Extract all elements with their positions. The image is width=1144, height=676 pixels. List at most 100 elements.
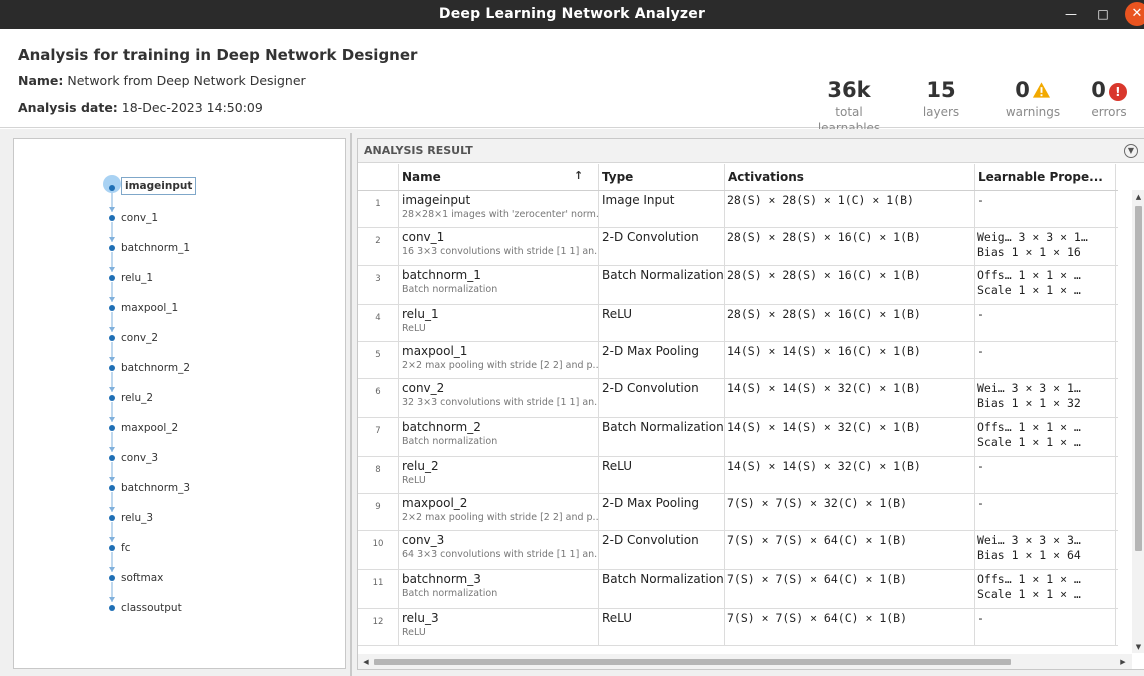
node-dot — [109, 575, 115, 581]
learnables-cell: - — [975, 457, 1116, 493]
table-row[interactable]: 5 maxpool_1 2×2 max pooling with stride [2… — [358, 342, 1118, 379]
analyzer-body: imageinput conv_1 batchnorm_1 relu_1 maxpool… — [0, 129, 1144, 676]
learnables-cell: Offs… 1 × 1 × … Scale 1 × 1 × … — [975, 570, 1116, 608]
learnable-line-1: Offs… 1 × 1 × … — [977, 420, 1081, 434]
layer-name: batchnorm_3 — [402, 572, 481, 586]
table-row[interactable]: 9 maxpool_2 2×2 max pooling with stride [2… — [358, 494, 1118, 531]
learnables-cell: Wei… 3 × 3 × 1… Bias 1 × 1 × 32 — [975, 379, 1116, 417]
analysis-summary: Analysis for training in Deep Network De… — [0, 29, 1144, 135]
table-row[interactable]: 4 relu_1 ReLU ReLU 28(S) × 28(S) × 16(C) × 1… — [358, 305, 1118, 342]
name-cell: conv_3 64 3×3 convolutions with stride [1… — [399, 531, 599, 569]
node-dot — [109, 425, 115, 431]
layer-activations: 28(S) × 28(S) × 16(C) × 1(B) — [725, 266, 975, 304]
row-index: 5 — [358, 342, 399, 378]
graph-node-label: conv_2 — [121, 332, 158, 344]
learnables-cell: Weig… 3 × 3 × 1… Bias 1 × 1 × 16 — [975, 228, 1116, 265]
layer-activations: 14(S) × 14(S) × 32(C) × 1(B) — [725, 379, 975, 417]
table-row[interactable]: 6 conv_2 32 3×3 convolutions with stride [… — [358, 379, 1118, 418]
horizontal-scrollbar[interactable]: ◀ ▶ — [358, 654, 1132, 669]
graph-edge-arrow-icon — [109, 447, 115, 452]
table-row[interactable]: 12 relu_3 ReLU ReLU 7(S) × 7(S) × 64(C) × 1(… — [358, 609, 1118, 646]
table-row[interactable]: 8 relu_2 ReLU ReLU 14(S) × 14(S) × 32(C) × 1… — [358, 457, 1118, 494]
graph-edge-arrow-icon — [109, 297, 115, 302]
node-dot — [109, 215, 115, 221]
page-title: Analysis for training in Deep Network De… — [18, 46, 418, 64]
layer-type: ReLU — [599, 457, 725, 493]
graph-node-label: maxpool_2 — [121, 422, 179, 434]
panel-splitter[interactable] — [350, 133, 352, 676]
vertical-scroll-thumb[interactable] — [1135, 206, 1142, 551]
scroll-down-icon[interactable]: ▼ — [1134, 642, 1143, 652]
header-name[interactable]: Name ↑ — [399, 164, 599, 190]
minimize-icon[interactable]: — — [1060, 3, 1082, 25]
name-value: Network from Deep Network Designer — [67, 73, 306, 88]
errors-value: 0 — [1091, 78, 1106, 102]
graph-edge-arrow-icon — [109, 387, 115, 392]
row-index: 3 — [358, 266, 399, 304]
layer-activations: 7(S) × 7(S) × 64(C) × 1(B) — [725, 531, 975, 569]
layer-description: Batch normalization — [402, 284, 498, 295]
date-value: 18-Dec-2023 14:50:09 — [121, 100, 263, 115]
row-index: 8 — [358, 457, 399, 493]
layer-description: 32 3×3 convolutions with stride [1 1] an… — [402, 397, 599, 408]
states-cell: - — [1116, 305, 1118, 341]
name-cell: relu_2 ReLU — [399, 457, 599, 493]
header-type[interactable]: Type — [599, 164, 725, 190]
sort-ascending-icon[interactable]: ↑ — [574, 169, 583, 182]
layer-description: ReLU — [402, 323, 426, 334]
close-icon[interactable]: ✕ — [1125, 2, 1144, 26]
learnable-line-1: Weig… 3 × 3 × 1… — [977, 230, 1088, 244]
learnables-cell: - — [975, 609, 1116, 645]
node-dot — [109, 545, 115, 551]
node-dot — [109, 185, 115, 191]
header-states[interactable]: St — [1116, 164, 1118, 190]
table-header-row: Name ↑ Type Activations Learnable Prope.… — [358, 164, 1118, 191]
horizontal-scroll-thumb[interactable] — [374, 659, 1011, 665]
graph-edge-arrow-icon — [109, 537, 115, 542]
layer-description: 2×2 max pooling with stride [2 2] and p.… — [402, 360, 599, 371]
header-activations[interactable]: Activations — [725, 164, 975, 190]
learnable-line-1: - — [977, 307, 984, 321]
row-index: 1 — [358, 191, 399, 227]
graph-node-label: batchnorm_1 — [121, 242, 191, 254]
name-cell: maxpool_1 2×2 max pooling with stride [2 … — [399, 342, 599, 378]
table-row[interactable]: 1 imageinput 28×28×1 images with 'zerocent… — [358, 191, 1118, 228]
layer-description: ReLU — [402, 475, 426, 486]
scroll-left-icon[interactable]: ◀ — [361, 657, 371, 667]
analyzer-window: Deep Learning Network Analyzer — □ ✕ Ana… — [0, 0, 1144, 676]
learnable-line-1: Wei… 3 × 3 × 3… — [977, 533, 1081, 547]
row-index: 6 — [358, 379, 399, 417]
header-index — [358, 164, 399, 190]
vertical-scrollbar[interactable]: ▲ ▼ — [1132, 190, 1144, 653]
name-cell: conv_2 32 3×3 convolutions with stride [1… — [399, 379, 599, 417]
layer-name: relu_1 — [402, 307, 439, 321]
learnable-line-2: Bias 1 × 1 × 64 — [977, 548, 1081, 562]
header-name-label: Name — [402, 170, 441, 184]
table-row[interactable]: 11 batchnorm_3 Batch normalization Batch No… — [358, 570, 1118, 609]
layer-name: imageinput — [402, 193, 471, 207]
table-row[interactable]: 3 batchnorm_1 Batch normalization Batch Nor… — [358, 266, 1118, 305]
table-row[interactable]: 10 conv_3 64 3×3 convolutions with stride … — [358, 531, 1118, 570]
graph-edge-arrow-icon — [109, 357, 115, 362]
maximize-icon[interactable]: □ — [1092, 3, 1114, 25]
name-cell: relu_1 ReLU — [399, 305, 599, 341]
table-row[interactable]: 7 batchnorm_2 Batch normalization Batch Nor… — [358, 418, 1118, 457]
graph-node-label: relu_1 — [121, 272, 154, 284]
network-graph-panel[interactable]: imageinput conv_1 batchnorm_1 relu_1 maxpool… — [13, 138, 346, 669]
header-learnables[interactable]: Learnable Prope... — [975, 164, 1116, 190]
layers-value: 15 — [926, 78, 956, 102]
scroll-up-icon[interactable]: ▲ — [1134, 192, 1143, 202]
node-dot — [109, 455, 115, 461]
analysis-result-header: ANALYSIS RESULT ▼ — [358, 139, 1144, 163]
graph-edge-arrow-icon — [109, 267, 115, 272]
node-dot — [109, 605, 115, 611]
title-bar[interactable]: Deep Learning Network Analyzer — □ ✕ — [0, 0, 1144, 29]
layer-name: conv_2 — [402, 381, 445, 395]
layer-type: ReLU — [599, 305, 725, 341]
stat-errors[interactable]: 0! errors — [1080, 76, 1138, 120]
table-row[interactable]: 2 conv_1 16 3×3 convolutions with stride [… — [358, 228, 1118, 266]
scroll-right-icon[interactable]: ▶ — [1118, 657, 1128, 667]
collapse-chevron-icon[interactable]: ▼ — [1124, 144, 1138, 158]
stat-warnings[interactable]: 0 warnings — [1000, 76, 1066, 120]
layer-name: batchnorm_2 — [402, 420, 481, 434]
